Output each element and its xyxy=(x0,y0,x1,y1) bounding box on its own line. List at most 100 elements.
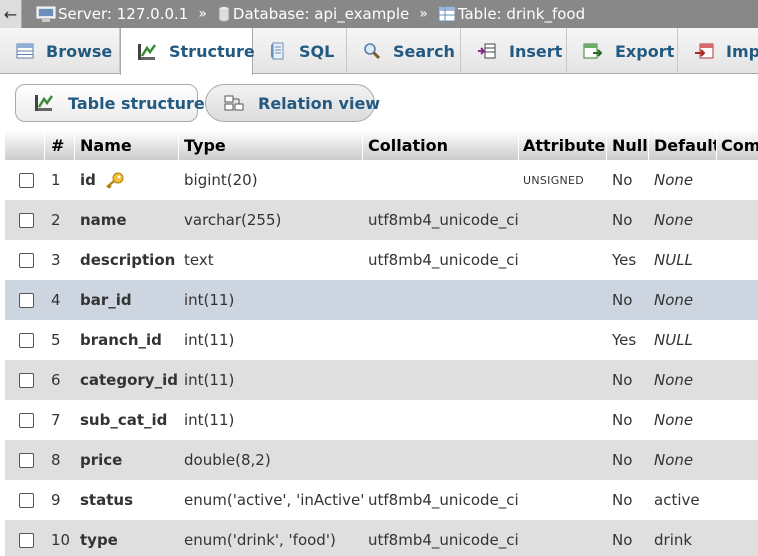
num-value: 9 xyxy=(51,491,61,509)
header-comments[interactable]: Com xyxy=(717,130,758,160)
tab-import[interactable]: Impo xyxy=(678,28,758,74)
default-cell: NULL xyxy=(649,320,717,360)
num-cell: 6 xyxy=(45,360,75,400)
table-row[interactable]: 1 id bigint(20) UNSIGNED No None xyxy=(5,160,758,200)
collation-cell xyxy=(363,320,519,360)
row-select-cell xyxy=(5,320,45,360)
header-type[interactable]: Type xyxy=(179,130,363,160)
row-select-cell xyxy=(5,400,45,440)
header-select xyxy=(5,130,45,160)
tab-structure[interactable]: Structure xyxy=(120,28,255,75)
null-value: No xyxy=(612,531,633,549)
search-icon xyxy=(363,42,381,60)
attributes-cell xyxy=(519,240,607,280)
breadcrumb-server[interactable]: Server: 127.0.0.1 xyxy=(36,5,188,23)
comments-cell xyxy=(717,400,758,440)
comments-cell xyxy=(717,480,758,520)
breadcrumb-separator: » xyxy=(419,6,428,22)
default-cell: None xyxy=(649,160,717,200)
breadcrumb-database[interactable]: Database: api_example xyxy=(217,5,409,23)
database-icon xyxy=(218,6,230,22)
row-checkbox[interactable] xyxy=(19,412,34,428)
name-cell: sub_cat_id xyxy=(75,400,179,440)
type-cell: enum('active', 'inActive') xyxy=(179,480,363,520)
table-row[interactable]: 3 description text utf8mb4_unicode_ci Yes NUL… xyxy=(5,240,758,280)
row-checkbox[interactable] xyxy=(19,292,34,308)
num-cell: 2 xyxy=(45,200,75,240)
table-row[interactable]: 4 bar_id int(11) No None xyxy=(5,280,758,320)
insert-icon xyxy=(477,42,497,60)
null-cell: No xyxy=(607,200,649,240)
default-value: NULL xyxy=(654,251,693,269)
type-cell: text xyxy=(179,240,363,280)
table-row[interactable]: 5 branch_id int(11) Yes NULL xyxy=(5,320,758,360)
default-value: NULL xyxy=(654,331,693,349)
default-value: None xyxy=(654,211,694,229)
row-checkbox[interactable] xyxy=(19,252,34,268)
collation-cell xyxy=(363,160,519,200)
num-value: 3 xyxy=(51,251,61,269)
header-null[interactable]: Null xyxy=(607,130,649,160)
num-cell: 10 xyxy=(45,520,75,556)
collation-cell: utf8mb4_unicode_ci xyxy=(363,240,519,280)
row-checkbox[interactable] xyxy=(19,372,34,388)
comments-cell xyxy=(717,200,758,240)
name-cell: price xyxy=(75,440,179,480)
table-row[interactable]: 2 name varchar(255) utf8mb4_unicode_ci No Non… xyxy=(5,200,758,240)
name-value: branch_id xyxy=(80,331,162,349)
tab-browse[interactable]: Browse xyxy=(0,28,120,74)
null-cell: Yes xyxy=(607,320,649,360)
comments-cell xyxy=(717,160,758,200)
null-cell: No xyxy=(607,360,649,400)
name-value: sub_cat_id xyxy=(80,411,168,429)
table-row[interactable]: 8 price double(8,2) No None xyxy=(5,440,758,480)
name-value: category_id xyxy=(80,371,178,389)
relation-view-button[interactable]: Relation view xyxy=(205,84,380,122)
table-row[interactable]: 9 status enum('active', 'inActive') utf8mb4… xyxy=(5,480,758,520)
row-select-cell xyxy=(5,360,45,400)
null-cell: No xyxy=(607,520,649,556)
num-value: 7 xyxy=(51,411,61,429)
null-value: No xyxy=(612,371,633,389)
row-checkbox[interactable] xyxy=(19,532,34,548)
row-checkbox[interactable] xyxy=(19,492,34,508)
table-row[interactable]: 10 type enum('drink', 'food') utf8mb4_unico… xyxy=(5,520,758,556)
null-value: No xyxy=(612,171,633,189)
name-cell: description xyxy=(75,240,179,280)
tab-sql[interactable]: SQL xyxy=(253,28,347,74)
table-row[interactable]: 7 sub_cat_id int(11) No None xyxy=(5,400,758,440)
table-row[interactable]: 6 category_id int(11) No None xyxy=(5,360,758,400)
relation-view-label: Relation view xyxy=(258,93,381,113)
comments-cell xyxy=(717,360,758,400)
name-value: price xyxy=(80,451,123,469)
table-header: # Name Type Collation Attributes Null De… xyxy=(5,130,758,160)
row-checkbox[interactable] xyxy=(19,332,34,348)
header-default[interactable]: Default xyxy=(649,130,717,160)
breadcrumb-table[interactable]: Table: drink_food xyxy=(438,5,585,23)
primary-key-icon[interactable] xyxy=(104,171,126,189)
header-name[interactable]: Name xyxy=(75,130,179,160)
collation-cell xyxy=(363,440,519,480)
null-cell: No xyxy=(607,400,649,440)
header-collation[interactable]: Collation xyxy=(363,130,519,160)
comments-cell xyxy=(717,440,758,480)
type-value: enum('active', 'inActive') xyxy=(184,491,363,509)
type-cell: int(11) xyxy=(179,400,363,440)
type-value: bigint(20) xyxy=(184,171,258,189)
back-arrow-button[interactable]: ← xyxy=(0,0,22,28)
num-cell: 7 xyxy=(45,400,75,440)
num-value: 1 xyxy=(51,171,61,189)
header-attributes[interactable]: Attributes xyxy=(519,130,607,160)
row-checkbox[interactable] xyxy=(19,452,34,468)
row-checkbox[interactable] xyxy=(19,172,34,188)
row-checkbox[interactable] xyxy=(19,212,34,228)
tab-search[interactable]: Search xyxy=(347,28,461,74)
type-cell: bigint(20) xyxy=(179,160,363,200)
default-cell: active xyxy=(649,480,717,520)
default-cell: drink xyxy=(649,520,717,556)
table-structure-button[interactable]: Table structure xyxy=(15,84,205,122)
tab-insert[interactable]: Insert xyxy=(461,28,567,74)
attributes-cell xyxy=(519,440,607,480)
name-value: id xyxy=(80,171,96,189)
tab-export[interactable]: Export xyxy=(567,28,678,74)
